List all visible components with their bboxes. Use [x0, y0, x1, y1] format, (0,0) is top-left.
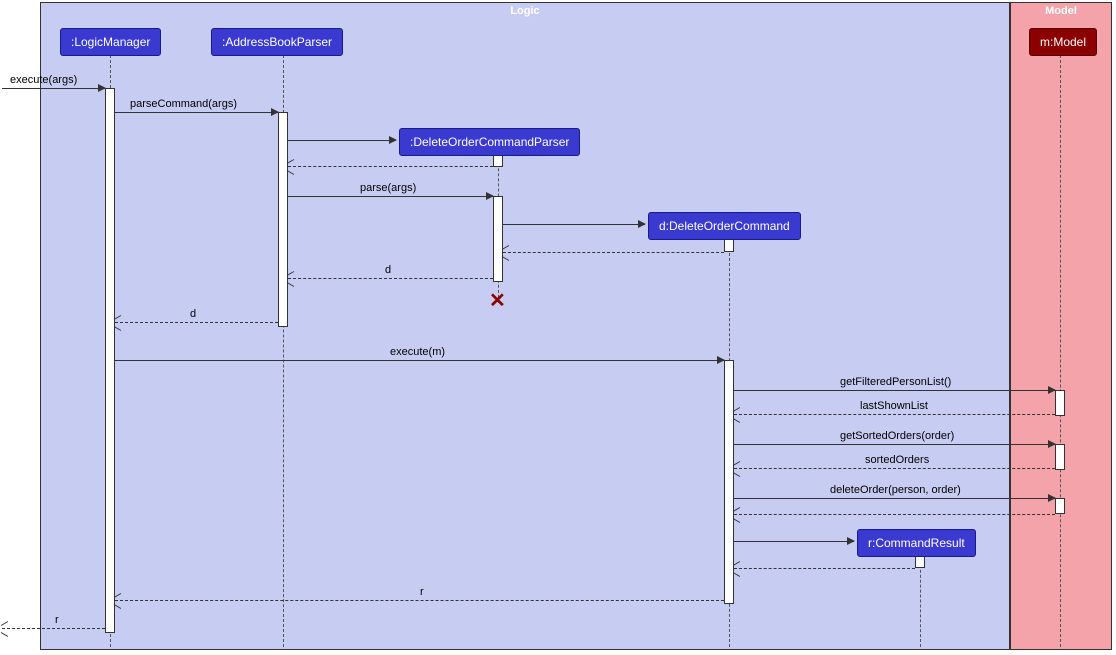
label-sorted-orders: sortedOrders	[865, 454, 929, 466]
msg-last-shown	[734, 414, 1055, 415]
msg-return-d1	[288, 278, 493, 279]
participant-model: m:Model	[1029, 28, 1097, 56]
label-parse-args: parse(args)	[360, 182, 416, 194]
label-last-shown: lastShownList	[860, 400, 928, 412]
msg-parse-command	[115, 112, 278, 113]
msg-create-docp	[288, 140, 396, 141]
activation-lm	[105, 88, 115, 633]
msg-return-cr	[734, 568, 915, 569]
participant-parser: :AddressBookParser	[211, 28, 343, 56]
label-execute-m: execute(m)	[390, 346, 445, 358]
label-get-sorted: getSortedOrders(order)	[840, 430, 954, 442]
participant-doc-parser: :DeleteOrderCommandParser	[399, 128, 580, 156]
label-get-filtered: getFilteredPersonList()	[840, 376, 951, 388]
activation-model-3	[1055, 498, 1065, 514]
msg-return-r1	[115, 600, 724, 601]
msg-return-d2	[115, 322, 278, 323]
activation-model-2	[1055, 444, 1065, 470]
frame-model-title: Model	[1045, 5, 1077, 17]
participant-logic-manager: :LogicManager	[60, 28, 161, 56]
lifeline-result	[920, 555, 921, 647]
msg-sorted-orders	[734, 468, 1055, 469]
label-parse-command: parseCommand(args)	[130, 98, 237, 110]
label-return-d2: d	[190, 308, 196, 320]
participant-result: r:CommandResult	[857, 529, 976, 557]
label-return-d1: d	[385, 264, 391, 276]
lifeline-model	[1060, 55, 1061, 647]
activation-docp-2	[493, 196, 503, 282]
label-delete-order: deleteOrder(person, order)	[830, 484, 961, 496]
activation-abp	[278, 112, 288, 327]
msg-delete-order	[734, 498, 1055, 499]
msg-return-r2	[2, 628, 105, 629]
label-return-r1: r	[420, 586, 424, 598]
msg-create-cr	[734, 541, 854, 542]
participant-command: d:DeleteOrderCommand	[648, 212, 801, 240]
msg-get-filtered	[734, 390, 1055, 391]
msg-execute-args	[2, 88, 105, 89]
msg-parse-args	[288, 196, 493, 197]
activation-doc-1	[724, 238, 734, 252]
msg-execute-m	[115, 360, 724, 361]
activation-model-1	[1055, 390, 1065, 416]
msg-return-doc	[503, 252, 724, 253]
msg-delete-return	[734, 514, 1055, 515]
msg-return-docp	[288, 166, 493, 167]
label-execute-args: execute(args)	[10, 74, 77, 86]
sequence-diagram: Logic Model :LogicManager :AddressBookPa…	[0, 0, 1116, 655]
label-return-r2: r	[55, 614, 59, 626]
destroy-icon: ✕	[489, 288, 506, 313]
msg-create-doc	[503, 224, 645, 225]
frame-model: Model	[1010, 2, 1112, 650]
msg-get-sorted	[734, 444, 1055, 445]
frame-logic-title: Logic	[510, 5, 539, 17]
